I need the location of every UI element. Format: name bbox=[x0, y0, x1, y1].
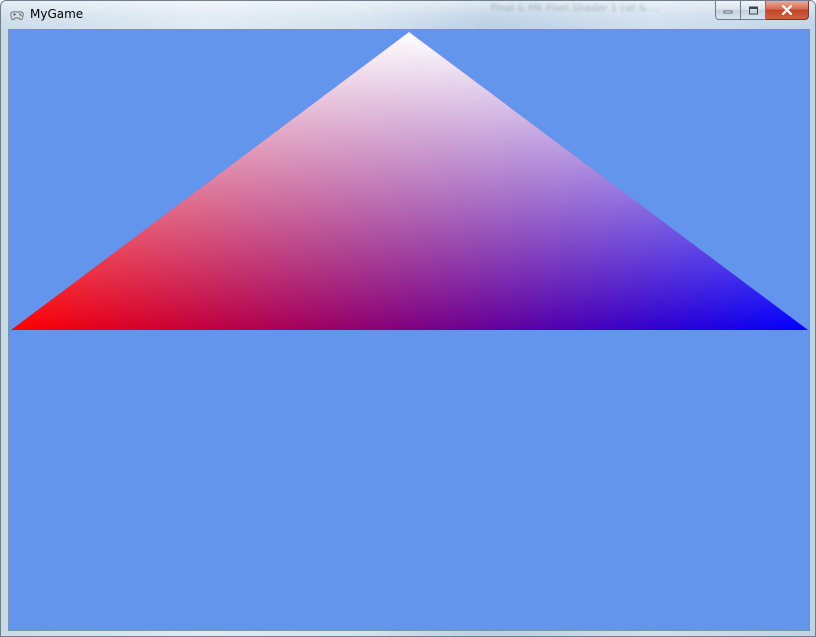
window-title: MyGame bbox=[30, 7, 84, 21]
background-window-title: Final & Mk Pixel Shader 1 cat & ... bbox=[491, 3, 660, 14]
gamepad-icon[interactable] bbox=[9, 7, 25, 23]
minimize-button[interactable] bbox=[715, 1, 741, 20]
title-bar[interactable]: Final & Mk Pixel Shader 1 cat & ... MyGa… bbox=[1, 1, 815, 29]
close-icon bbox=[781, 5, 793, 15]
game-viewport[interactable] bbox=[8, 29, 810, 631]
window-controls bbox=[715, 1, 809, 20]
triangle-highlight bbox=[11, 32, 808, 330]
maximize-icon bbox=[748, 6, 759, 15]
minimize-icon bbox=[723, 6, 733, 14]
game-window: Final & Mk Pixel Shader 1 cat & ... MyGa… bbox=[0, 0, 816, 637]
scene-canvas bbox=[11, 32, 808, 330]
close-button[interactable] bbox=[766, 1, 809, 20]
maximize-button[interactable] bbox=[741, 1, 766, 20]
